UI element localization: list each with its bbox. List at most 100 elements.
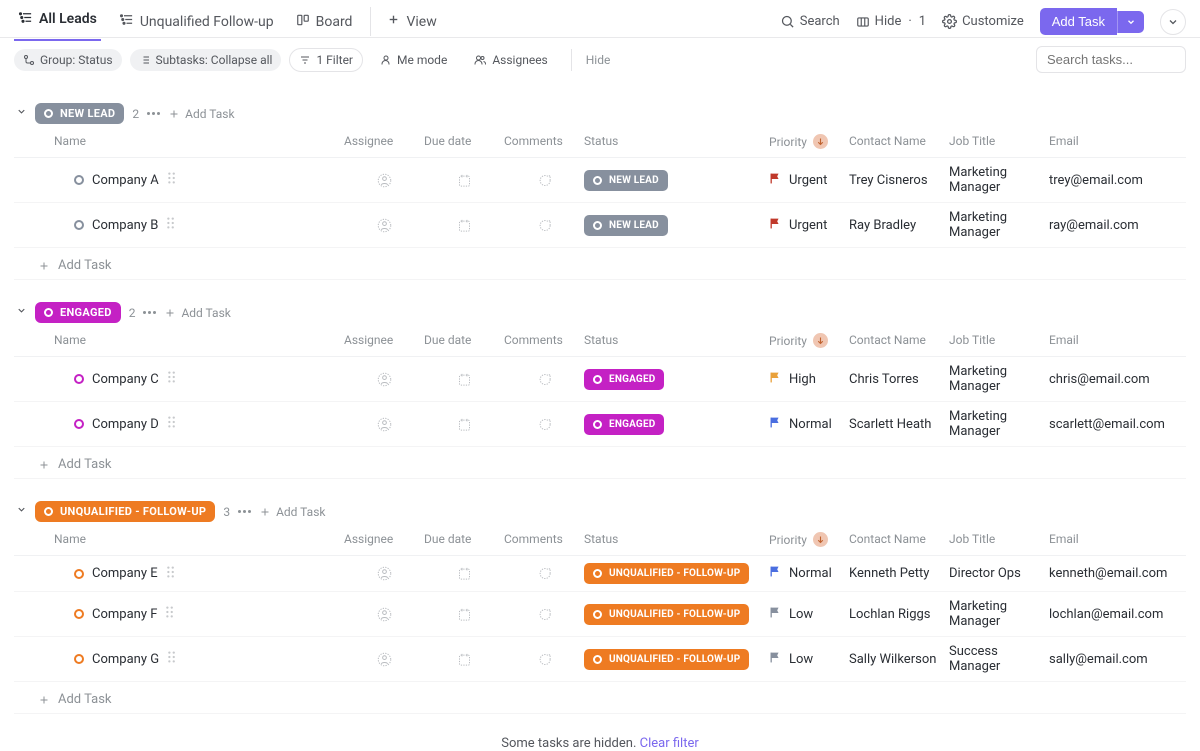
jobtitle-cell[interactable]: Marketing Manager xyxy=(949,364,1049,394)
col-assignee[interactable]: Assignee xyxy=(344,134,424,149)
view-tab-board[interactable]: Board xyxy=(292,7,357,37)
drag-handle-icon[interactable] xyxy=(165,605,175,623)
task-row[interactable]: Company A NEW LEAD Urgent Trey Cisneros … xyxy=(14,158,1186,203)
col-priority[interactable]: Priority xyxy=(769,134,849,149)
col-status[interactable]: Status xyxy=(584,333,769,348)
search-tasks-input[interactable] xyxy=(1036,46,1186,73)
comments-cell[interactable] xyxy=(504,173,584,188)
priority-cell[interactable]: Normal xyxy=(769,565,849,582)
expand-menu[interactable] xyxy=(1160,9,1186,35)
col-contact-name[interactable]: Contact Name xyxy=(849,333,949,348)
add-task-dropdown[interactable] xyxy=(1117,11,1144,33)
add-task-row[interactable]: Add Task xyxy=(14,447,1186,479)
status-circle-icon[interactable] xyxy=(74,419,84,429)
col-name[interactable]: Name xyxy=(54,532,344,547)
col-comments[interactable]: Comments xyxy=(504,532,584,547)
assignee-cell[interactable] xyxy=(344,218,424,233)
assignee-cell[interactable] xyxy=(344,372,424,387)
drag-handle-icon[interactable] xyxy=(167,650,177,668)
group-more-menu[interactable] xyxy=(238,510,251,513)
drag-handle-icon[interactable] xyxy=(166,216,176,234)
status-circle-icon[interactable] xyxy=(74,609,84,619)
col-due-date[interactable]: Due date xyxy=(424,333,504,348)
task-name[interactable]: Company G xyxy=(92,652,159,667)
assignee-cell[interactable] xyxy=(344,607,424,622)
jobtitle-cell[interactable]: Marketing Manager xyxy=(949,165,1049,195)
status-pill[interactable]: ENGAGED xyxy=(584,369,664,390)
col-due-date[interactable]: Due date xyxy=(424,134,504,149)
search-button[interactable]: Search xyxy=(780,14,840,29)
sort-desc-icon[interactable] xyxy=(813,532,828,547)
assignee-cell[interactable] xyxy=(344,566,424,581)
col-contact-name[interactable]: Contact Name xyxy=(849,134,949,149)
priority-cell[interactable]: High xyxy=(769,371,849,388)
status-pill[interactable]: UNQUALIFIED - FOLLOW-UP xyxy=(584,649,749,670)
view-tab-unqualified-follow-up[interactable]: Unqualified Follow-up xyxy=(115,6,278,37)
status-pill[interactable]: NEW LEAD xyxy=(584,215,668,236)
task-row[interactable]: Company E UNQUALIFIED - FOLLOW-UP Normal… xyxy=(14,556,1186,592)
status-circle-icon[interactable] xyxy=(74,220,84,230)
status-circle-icon[interactable] xyxy=(74,175,84,185)
col-email[interactable]: Email xyxy=(1049,134,1159,149)
col-assignee[interactable]: Assignee xyxy=(344,333,424,348)
task-name[interactable]: Company F xyxy=(92,607,157,622)
status-circle-icon[interactable] xyxy=(74,374,84,384)
comments-cell[interactable] xyxy=(504,566,584,581)
col-status[interactable]: Status xyxy=(584,134,769,149)
col-status[interactable]: Status xyxy=(584,532,769,547)
status-label[interactable]: ENGAGED xyxy=(35,302,121,323)
drag-handle-icon[interactable] xyxy=(167,415,177,433)
status-pill[interactable]: UNQUALIFIED - FOLLOW-UP xyxy=(584,604,749,625)
due-date-cell[interactable] xyxy=(424,218,504,233)
status-circle-icon[interactable] xyxy=(74,654,84,664)
sort-desc-icon[interactable] xyxy=(813,134,828,149)
comments-cell[interactable] xyxy=(504,607,584,622)
status-label[interactable]: UNQUALIFIED - FOLLOW-UP xyxy=(35,501,215,522)
email-cell[interactable]: ray@email.com xyxy=(1049,218,1159,233)
drag-handle-icon[interactable] xyxy=(166,565,176,583)
status-pill[interactable]: UNQUALIFIED - FOLLOW-UP xyxy=(584,563,749,584)
comments-cell[interactable] xyxy=(504,417,584,432)
due-date-cell[interactable] xyxy=(424,607,504,622)
task-name[interactable]: Company E xyxy=(92,566,158,581)
email-cell[interactable]: chris@email.com xyxy=(1049,372,1159,387)
task-name[interactable]: Company A xyxy=(92,173,159,188)
add-task-button[interactable]: Add Task xyxy=(1040,8,1117,35)
assignee-cell[interactable] xyxy=(344,652,424,667)
priority-cell[interactable]: Normal xyxy=(769,416,849,433)
due-date-cell[interactable] xyxy=(424,173,504,188)
due-date-cell[interactable] xyxy=(424,652,504,667)
task-row[interactable]: Company D ENGAGED Normal Scarlett Heath … xyxy=(14,402,1186,447)
clear-filter-link[interactable]: Clear filter xyxy=(640,736,699,751)
add-task-row[interactable]: Add Task xyxy=(14,248,1186,280)
subtasks-chip[interactable]: Subtasks: Collapse all xyxy=(130,49,282,71)
hide-columns-button[interactable]: Hide·1 xyxy=(856,14,926,29)
view-tab-view[interactable]: View xyxy=(370,7,440,36)
jobtitle-cell[interactable]: Marketing Manager xyxy=(949,599,1049,629)
group-more-menu[interactable] xyxy=(147,112,160,115)
drag-handle-icon[interactable] xyxy=(167,171,177,189)
col-job-title[interactable]: Job Title xyxy=(949,134,1049,149)
me-mode-chip[interactable]: Me mode xyxy=(371,49,456,71)
contact-cell[interactable]: Scarlett Heath xyxy=(849,417,949,432)
group-more-menu[interactable] xyxy=(143,311,156,314)
collapse-toggle[interactable] xyxy=(16,106,27,121)
email-cell[interactable]: kenneth@email.com xyxy=(1049,566,1159,581)
jobtitle-cell[interactable]: Director Ops xyxy=(949,566,1049,581)
email-cell[interactable]: sally@email.com xyxy=(1049,652,1159,667)
jobtitle-cell[interactable]: Marketing Manager xyxy=(949,409,1049,439)
email-cell[interactable]: scarlett@email.com xyxy=(1049,417,1159,432)
group-chip[interactable]: Group: Status xyxy=(14,49,122,71)
col-job-title[interactable]: Job Title xyxy=(949,532,1049,547)
col-name[interactable]: Name xyxy=(54,134,344,149)
status-label[interactable]: NEW LEAD xyxy=(35,103,124,124)
assignees-chip[interactable]: Assignees xyxy=(464,49,556,71)
view-tab-all-leads[interactable]: All Leads xyxy=(14,4,101,41)
priority-cell[interactable]: Low xyxy=(769,651,849,668)
status-pill[interactable]: ENGAGED xyxy=(584,414,664,435)
group-add-task[interactable]: Add Task xyxy=(164,306,230,320)
status-pill[interactable]: NEW LEAD xyxy=(584,170,668,191)
contact-cell[interactable]: Kenneth Petty xyxy=(849,566,949,581)
col-email[interactable]: Email xyxy=(1049,532,1159,547)
contact-cell[interactable]: Trey Cisneros xyxy=(849,173,949,188)
